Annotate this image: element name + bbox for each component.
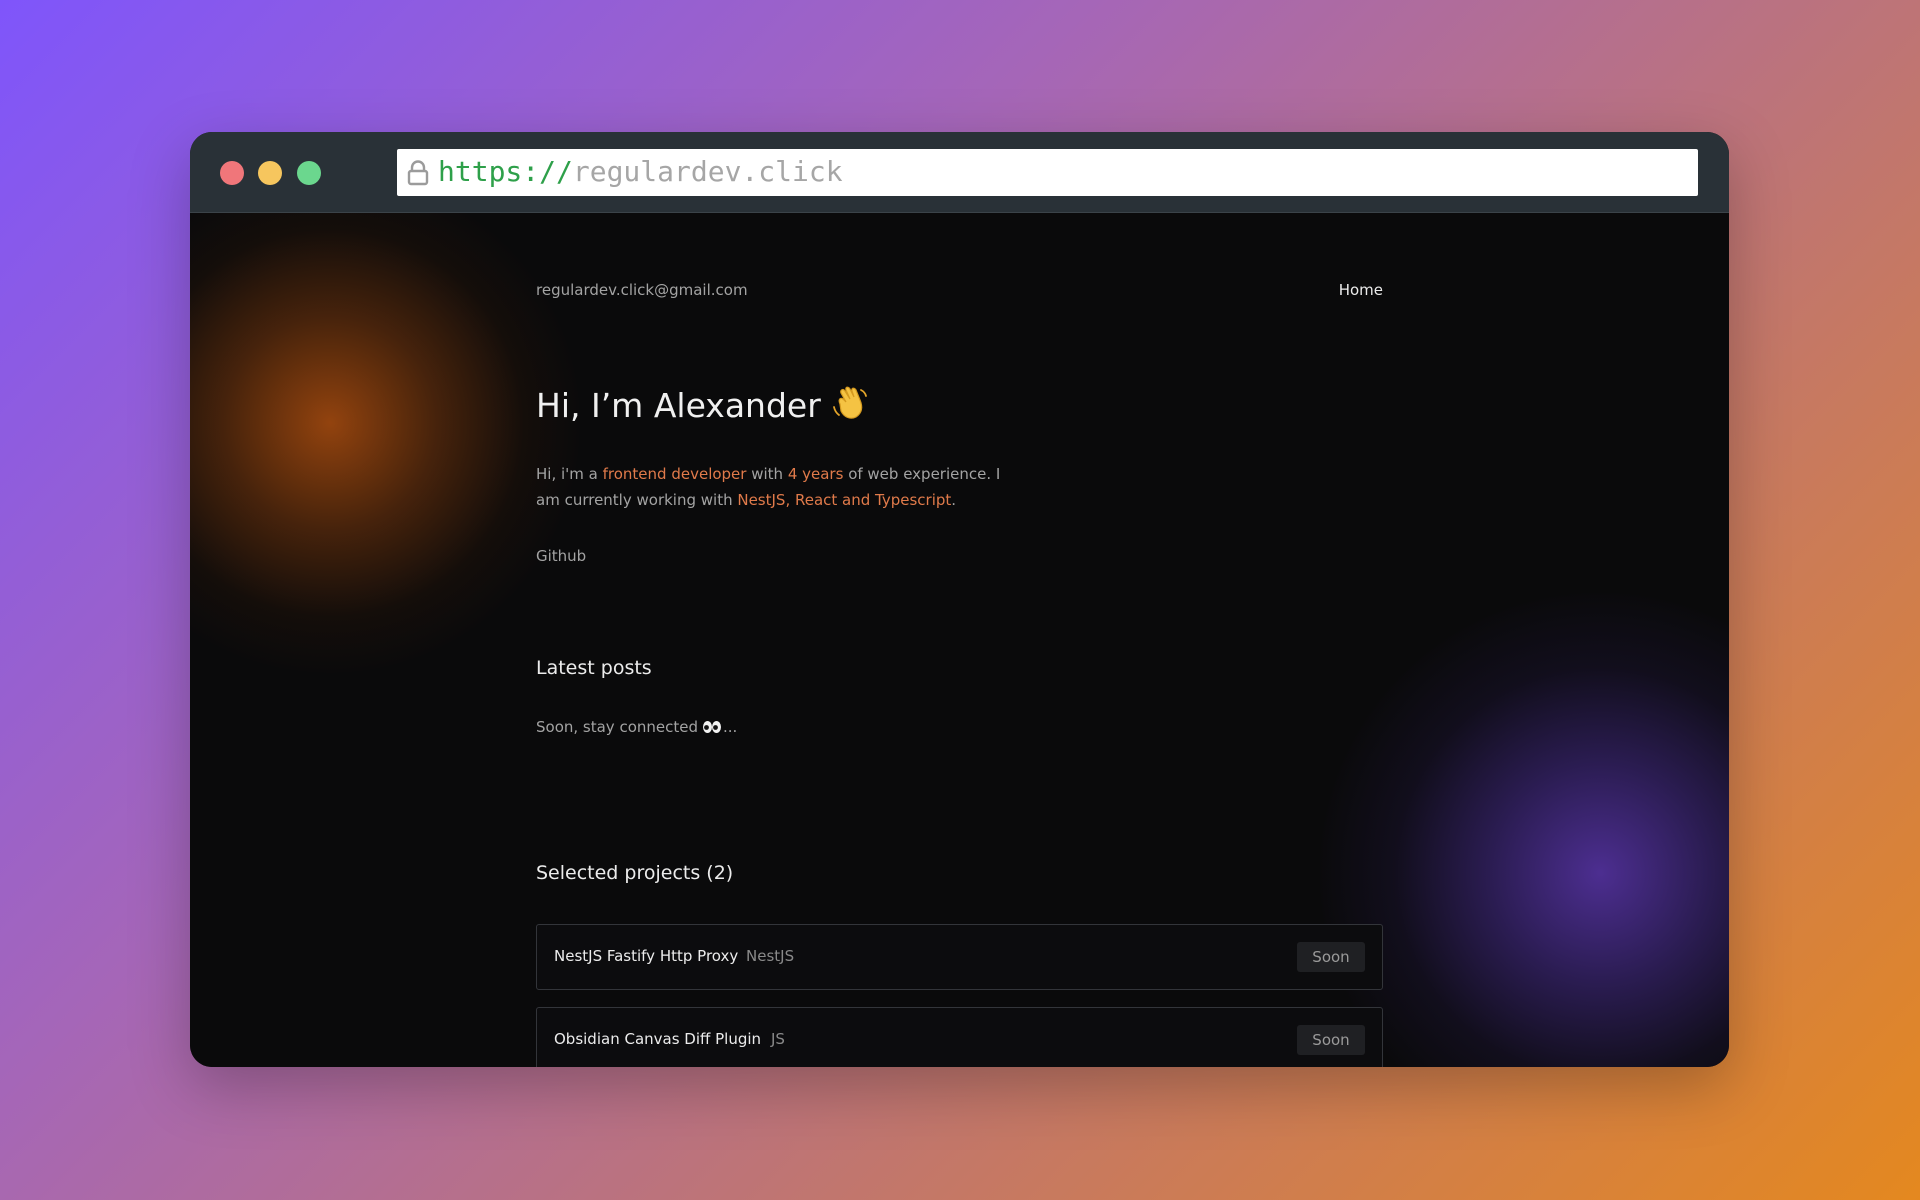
project-tag: JS [771, 1030, 785, 1048]
project-name: NestJS Fastify Http Proxy [554, 947, 739, 965]
latest-posts-heading: Latest posts [536, 657, 652, 679]
posts-empty-ellipsis: ... [723, 718, 738, 736]
waving-hand-icon [832, 386, 867, 419]
project-card[interactable]: NestJS Fastify Http Proxy NestJS Soon [536, 924, 1383, 990]
page-title: Hi, I’m Alexander [536, 383, 869, 425]
intro-text-1: Hi, i'm a [536, 465, 603, 483]
email-link[interactable]: regulardev.click@gmail.com [536, 281, 748, 299]
posts-empty-state: Soon, stay connected ... [536, 718, 737, 736]
intro-highlight-years: 4 years [787, 465, 844, 483]
page-viewport: regulardev.click@gmail.com Home Hi, I’m … [190, 213, 1729, 1067]
browser-titlebar: https://regulardev.click [190, 132, 1729, 213]
eyes-icon [703, 721, 721, 733]
intro-text-2: with [746, 465, 788, 483]
github-link[interactable]: Github [536, 547, 586, 565]
purple-glow-decoration [1320, 593, 1729, 1067]
project-tag: NestJS [746, 947, 795, 965]
intro-highlight-role: frontend developer [602, 465, 747, 483]
url-scheme: https:// [438, 155, 573, 188]
page-title-text: Hi, I’m Alexander [536, 386, 821, 425]
intro-text-4: . [951, 491, 957, 509]
project-name: Obsidian Canvas Diff Plugin [554, 1030, 762, 1048]
maximize-window-button[interactable] [297, 161, 321, 185]
selected-projects-heading: Selected projects (2) [536, 862, 734, 884]
minimize-window-button[interactable] [258, 161, 282, 185]
address-url: https://regulardev.click [438, 155, 843, 189]
url-host: regulardev.click [572, 155, 843, 188]
intro-highlight-stack: NestJS, React and Typescript [737, 491, 952, 509]
lock-icon [407, 160, 429, 186]
intro-paragraph: Hi, i'm a frontend developer with 4 year… [536, 461, 1026, 513]
address-bar[interactable]: https://regulardev.click [397, 149, 1698, 196]
nav-home-link[interactable]: Home [1339, 281, 1383, 299]
browser-window: https://regulardev.click regulardev.clic… [190, 132, 1729, 1067]
status-badge: Soon [1297, 1025, 1365, 1055]
close-window-button[interactable] [220, 161, 244, 185]
orange-glow-decoration [190, 213, 580, 673]
status-badge: Soon [1297, 942, 1365, 972]
posts-empty-text: Soon, stay connected [536, 718, 698, 736]
project-card[interactable]: Obsidian Canvas Diff Plugin JS Soon [536, 1007, 1383, 1067]
